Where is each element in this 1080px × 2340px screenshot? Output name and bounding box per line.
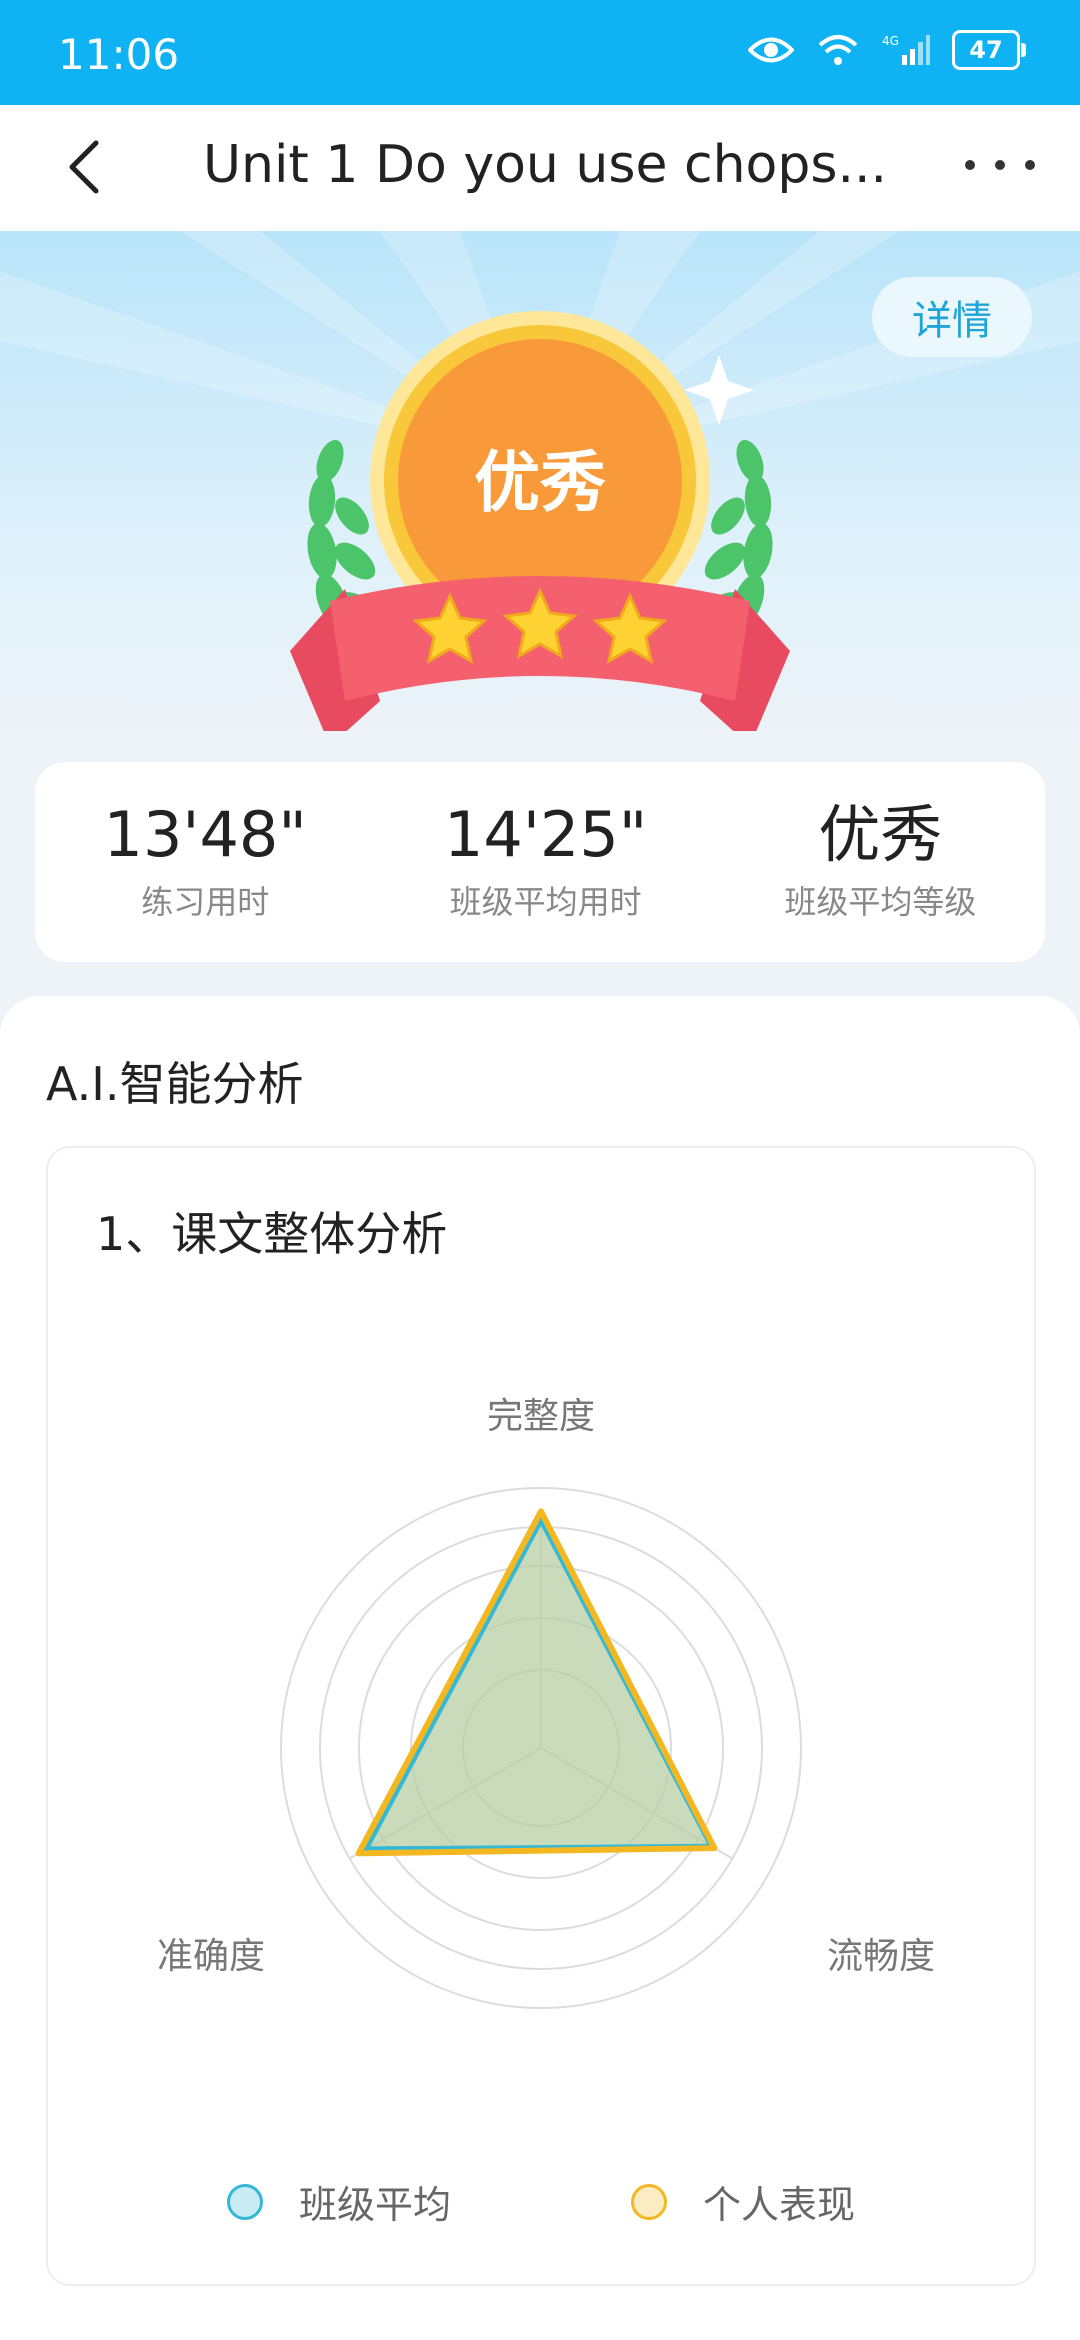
stat-class-average-time: 14'25" 班级平均用时 (443, 797, 648, 923)
wifi-icon (818, 35, 858, 65)
stat-label: 班级平均用时 (449, 883, 642, 922)
stat-value: 13'48" (103, 797, 307, 871)
analysis-panel: 1、课文整体分析 完整度流畅度 准确度 班级平均 个人表现 (46, 1146, 1036, 2286)
legend-item: 个人表现 (631, 2174, 855, 2229)
eye-icon (748, 37, 794, 63)
stats-card: 13'48" 练习用时 14'25" 班级平均用时 优秀 班级平均等级 (35, 762, 1045, 962)
battery-icon: 47 (952, 30, 1026, 70)
nav-bar: Unit 1 Do you use chops... (0, 105, 1080, 231)
signal-icon: 4G (882, 34, 930, 65)
radar-chart: 完整度流畅度 准确度 (157, 1396, 935, 2009)
legend-item: 班级平均 (226, 2174, 451, 2229)
chart-legend: 班级平均 个人表现 (48, 2174, 1034, 2229)
legend-dot-icon (631, 2183, 667, 2220)
legend-dot-icon (226, 2183, 263, 2220)
stat-practice-time: 13'48" 练习用时 (103, 797, 307, 923)
radar-axis-label: 流畅度 (827, 1936, 935, 1977)
back-icon[interactable] (58, 137, 118, 197)
svg-text:4G: 4G (882, 34, 899, 48)
ai-analysis-section: A.I.智能分析 1、课文整体分析 完整度流畅度 准确度 班级平均 个人表现 (0, 996, 1080, 2340)
more-options-icon[interactable] (965, 145, 1035, 185)
stat-value: 14'25" (443, 797, 648, 871)
stat-class-average-grade: 优秀 班级平均等级 (784, 797, 977, 923)
page-title: Unit 1 Do you use chops... (202, 135, 888, 195)
radar-axis-label: 准确度 (157, 1936, 265, 1977)
status-icons: 4G 47 (748, 30, 1026, 70)
result-hero: 详情 优秀 (0, 231, 1080, 751)
legend-label: 班级平均 (298, 2183, 451, 2227)
status-time: 11:06 (58, 30, 180, 79)
stat-value: 优秀 (818, 797, 943, 871)
status-bar: 11:06 4G 47 (0, 0, 1080, 105)
section-title: A.I.智能分析 (46, 1057, 304, 1111)
stat-label: 班级平均等级 (784, 883, 977, 922)
detail-button[interactable]: 详情 (872, 277, 1032, 357)
stat-label: 练习用时 (141, 883, 270, 922)
legend-label: 个人表现 (703, 2183, 856, 2227)
grade-badge: 优秀 (290, 311, 790, 731)
radar-area (365, 1519, 713, 1850)
grade-label: 优秀 (474, 444, 606, 521)
radar-axis-label: 完整度 (487, 1396, 595, 1437)
subsection-title: 1、课文整体分析 (96, 1207, 448, 1261)
